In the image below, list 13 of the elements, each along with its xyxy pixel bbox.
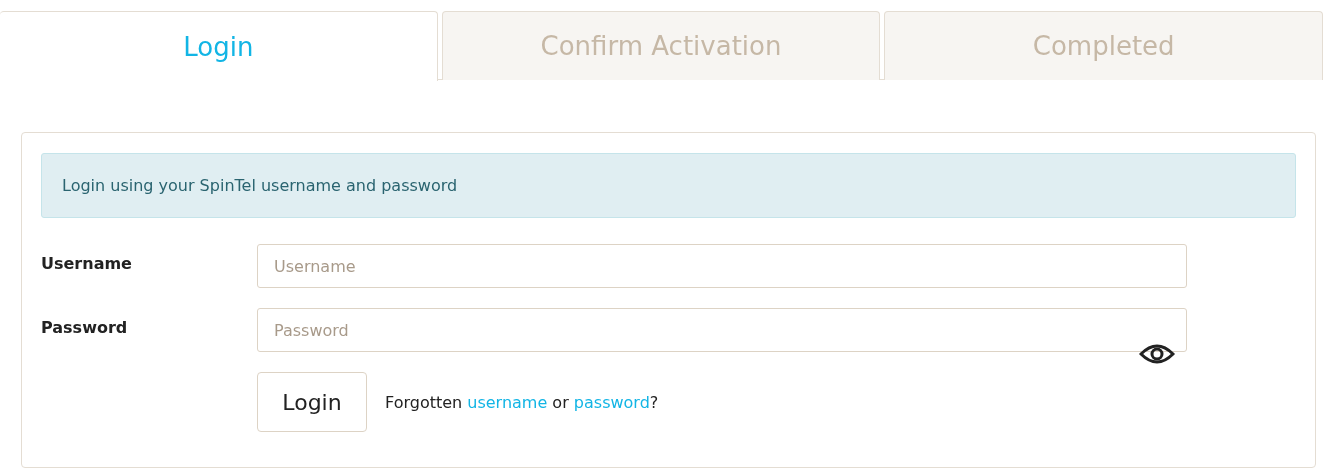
- field-label: Password: [41, 317, 129, 339]
- step-tab[interactable]: Confirm Activation: [441, 11, 881, 80]
- link[interactable]: username: [467, 392, 548, 412]
- field-label: Username: [41, 253, 133, 275]
- password-field[interactable]: Password: [257, 308, 1187, 352]
- step-tab[interactable]: Login: [0, 11, 438, 81]
- forgotten-credentials-text: Forgotten username or password?: [385, 392, 659, 412]
- login-button[interactable]: Login: [257, 372, 367, 432]
- info-notice: Login using your SpinTel username and password: [41, 153, 1296, 218]
- link[interactable]: password: [573, 392, 650, 412]
- show-password-eye-icon[interactable]: [1139, 342, 1175, 366]
- username-field[interactable]: Username: [257, 244, 1187, 288]
- step-tab[interactable]: Completed: [884, 11, 1323, 80]
